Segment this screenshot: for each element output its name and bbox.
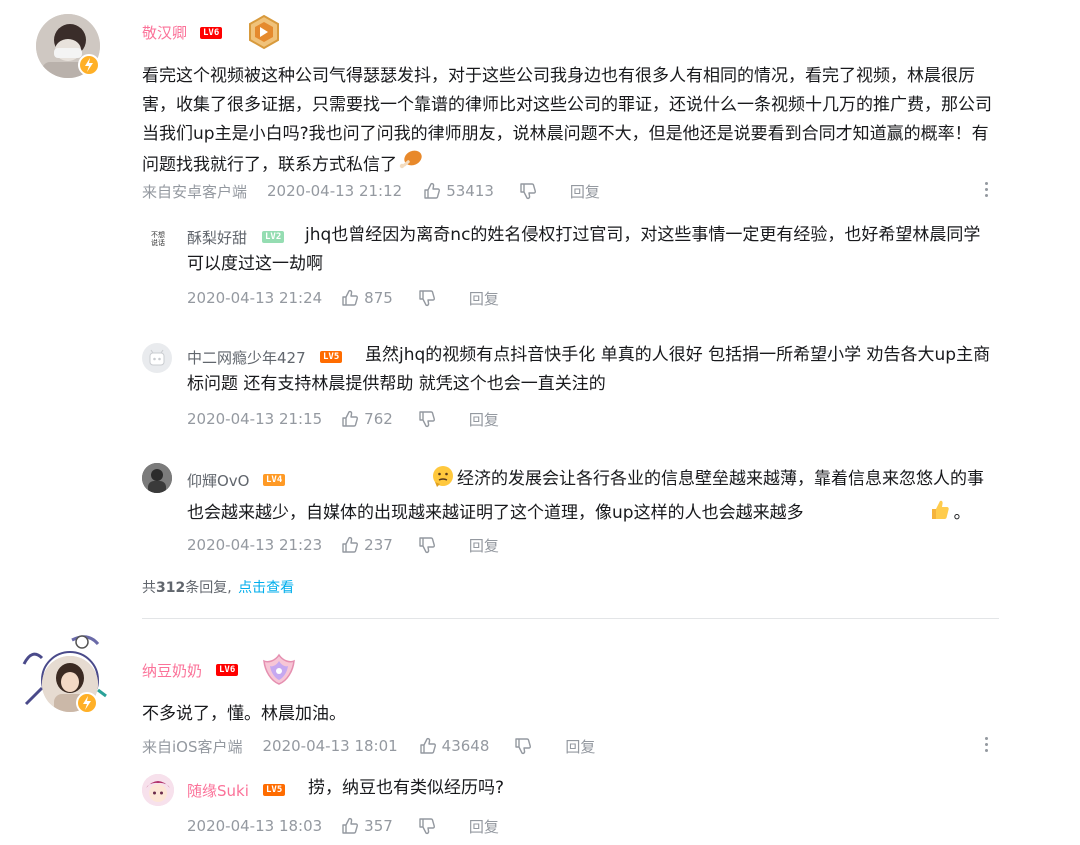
reply-avatar[interactable] bbox=[142, 774, 174, 806]
comment-username[interactable]: 敬汉卿 bbox=[142, 22, 187, 43]
dislike-button[interactable] bbox=[513, 736, 533, 756]
avatar-image bbox=[142, 774, 174, 806]
drumstick-emoji-icon bbox=[399, 149, 423, 181]
comment-text: 看完这个视频被这种公司气得瑟瑟发抖，对于这些公司我身边也有很多人有相同的情况，看… bbox=[142, 62, 1004, 181]
view-more-link[interactable]: 点击查看 bbox=[238, 580, 294, 596]
reply-button[interactable]: 回复 bbox=[469, 816, 499, 837]
like-button[interactable]: 875 bbox=[340, 288, 393, 308]
reply-time: 2020-04-13 18:03 bbox=[187, 817, 323, 835]
like-button[interactable]: 53413 bbox=[422, 181, 494, 201]
thumb-up-icon bbox=[424, 182, 441, 199]
reply-text: 经济的发展会让各行各业的信息壁垒越来越薄，靠着信息来忽悠人的事也会越来越少，自媒… bbox=[187, 464, 997, 532]
dislike-button[interactable] bbox=[417, 816, 437, 836]
level-badge: LV5 bbox=[263, 784, 286, 796]
default-avatar-icon bbox=[149, 349, 165, 366]
like-count: 43648 bbox=[441, 737, 490, 755]
reply-meta: 2020-04-13 21:15 762 回复 bbox=[187, 408, 499, 430]
reply-button[interactable]: 回复 bbox=[570, 181, 600, 202]
verified-badge-icon bbox=[78, 54, 100, 76]
like-count: 237 bbox=[364, 536, 393, 554]
like-count: 357 bbox=[364, 817, 393, 835]
reply-username[interactable]: 随缘Suki bbox=[187, 780, 249, 801]
medal-icon bbox=[246, 14, 282, 50]
reply-button[interactable]: 回复 bbox=[469, 535, 499, 556]
thumb-up-icon bbox=[342, 289, 359, 306]
comment-username[interactable]: 纳豆奶奶 bbox=[142, 660, 202, 681]
thumb-up-icon bbox=[342, 817, 359, 834]
reply-meta: 2020-04-13 21:23 237 回复 bbox=[187, 534, 499, 556]
thumb-up-icon bbox=[342, 410, 359, 427]
more-replies-suffix: 条回复, bbox=[185, 580, 232, 596]
thinking-emoji-icon bbox=[309, 464, 455, 498]
comment-meta: 来自安卓客户端 2020-04-13 21:12 53413 回复 bbox=[142, 180, 600, 202]
reply-button[interactable]: 回复 bbox=[565, 736, 595, 757]
comment-divider bbox=[142, 618, 999, 619]
reply-time: 2020-04-13 21:23 bbox=[187, 536, 323, 554]
reply-meta: 2020-04-13 18:03 357 回复 bbox=[187, 815, 499, 837]
reply-text: 捞，纳豆也有类似经历吗? bbox=[308, 778, 505, 798]
reply-text: jhq也曾经因为离奇nc的姓名侵权打过官司，对这些事情一定更有经验，也好希望林晨… bbox=[187, 225, 981, 274]
thumb-down-icon bbox=[419, 290, 435, 307]
like-button[interactable]: 357 bbox=[340, 816, 393, 836]
more-replies: 共312条回复, 点击查看 bbox=[142, 577, 294, 597]
avatar-image bbox=[142, 463, 172, 493]
reply-button[interactable]: 回复 bbox=[469, 288, 499, 309]
thumb-down-icon bbox=[520, 183, 536, 200]
thumb-up-icon bbox=[419, 737, 436, 754]
reply-avatar-text: 不想说话 bbox=[151, 231, 165, 247]
more-replies-count: 312 bbox=[156, 580, 186, 596]
more-replies-prefix: 共 bbox=[142, 580, 156, 596]
comment-time: 2020-04-13 18:01 bbox=[262, 737, 398, 755]
level-badge: LV6 bbox=[216, 664, 239, 676]
reply-button[interactable]: 回复 bbox=[469, 409, 499, 430]
dislike-button[interactable] bbox=[518, 181, 538, 201]
thumb-down-icon bbox=[515, 738, 532, 755]
reply-avatar[interactable]: 不想说话 bbox=[144, 225, 172, 253]
reply-avatar[interactable] bbox=[142, 343, 172, 373]
comment-text-body: 看完这个视频被这种公司气得瑟瑟发抖，对于这些公司我身边也有很多人有相同的情况，看… bbox=[142, 66, 992, 175]
like-button[interactable]: 762 bbox=[340, 409, 393, 429]
thumb-down-icon bbox=[419, 411, 435, 428]
like-count: 875 bbox=[364, 289, 393, 307]
thumbs-up-emoji-icon bbox=[806, 498, 952, 532]
medal-icon bbox=[260, 651, 298, 687]
reply-time: 2020-04-13 21:15 bbox=[187, 410, 323, 428]
reply-avatar[interactable] bbox=[142, 463, 172, 493]
like-button[interactable]: 237 bbox=[340, 535, 393, 555]
like-count: 53413 bbox=[446, 182, 494, 200]
dislike-button[interactable] bbox=[417, 288, 437, 308]
comment-meta: 来自iOS客户端 2020-04-13 18:01 43648 回复 bbox=[142, 735, 595, 757]
reply-text: 虽然jhq的视频有点抖音快手化 单真的人很好 包括捐一所希望小学 劝告各大up主… bbox=[187, 345, 991, 394]
reply-meta: 2020-04-13 21:24 875 回复 bbox=[187, 287, 499, 309]
dislike-button[interactable] bbox=[417, 535, 437, 555]
comment-time: 2020-04-13 21:12 bbox=[267, 182, 403, 200]
level-badge: LV6 bbox=[200, 27, 223, 39]
thumb-down-icon bbox=[419, 537, 435, 554]
like-button[interactable]: 43648 bbox=[418, 736, 490, 756]
like-count: 762 bbox=[364, 410, 393, 428]
verified-badge-icon bbox=[76, 692, 98, 714]
more-options-icon[interactable] bbox=[985, 182, 989, 200]
comment-text: 不多说了，懂。林晨加油。 bbox=[142, 704, 346, 724]
client-source: 来自安卓客户端 bbox=[142, 182, 248, 201]
reply-text-end: 。 bbox=[953, 503, 971, 523]
client-source: 来自iOS客户端 bbox=[142, 737, 243, 756]
reply-time: 2020-04-13 21:24 bbox=[187, 289, 323, 307]
dislike-button[interactable] bbox=[417, 409, 437, 429]
more-options-icon[interactable] bbox=[985, 737, 989, 755]
thumb-down-icon bbox=[419, 818, 435, 835]
thumb-up-icon bbox=[342, 536, 359, 553]
